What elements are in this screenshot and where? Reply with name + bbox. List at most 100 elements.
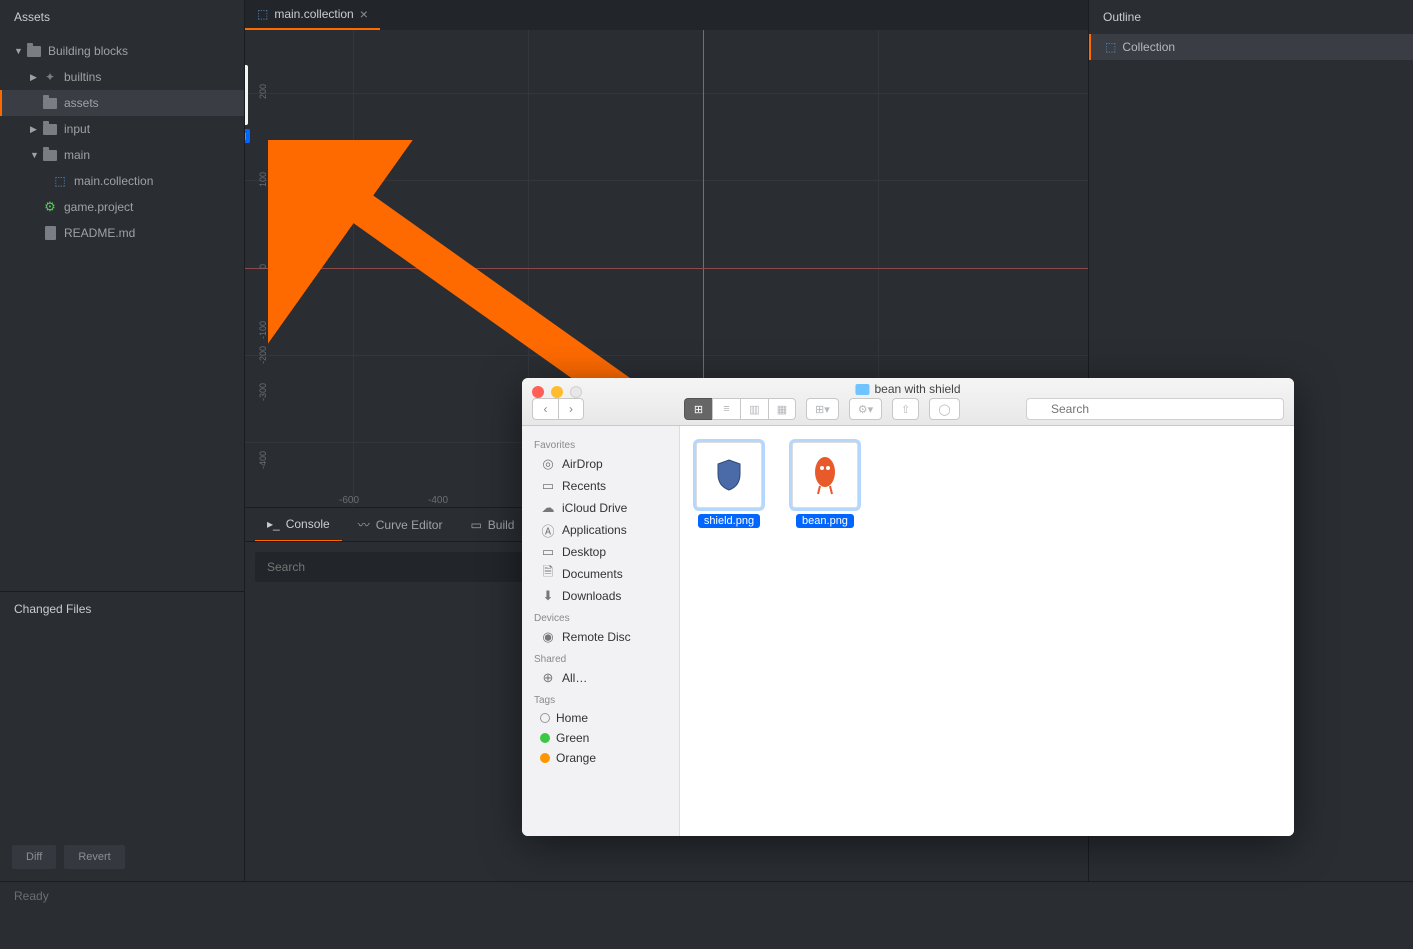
changed-files-panel: Changed Files Diff Revert bbox=[0, 591, 245, 881]
view-list-button[interactable]: ≡ bbox=[712, 398, 740, 420]
assets-panel-title: Assets bbox=[0, 0, 244, 34]
ruler-tick: -400 bbox=[428, 495, 448, 506]
sidebar-recents-label: Recents bbox=[562, 479, 606, 493]
close-window-button[interactable] bbox=[532, 386, 544, 398]
sidebar-item-desktop[interactable]: ▭ Desktop bbox=[522, 541, 679, 563]
view-column-button[interactable]: ▥ bbox=[740, 398, 768, 420]
ruler-tick: -300 bbox=[258, 383, 268, 401]
x-axis bbox=[245, 268, 1088, 269]
tag-dot-icon bbox=[540, 713, 550, 723]
share-button[interactable]: ⇧ bbox=[892, 398, 919, 420]
collection-icon: ⬚ bbox=[52, 173, 68, 189]
finder-window[interactable]: bean with shield ‹ › ⊞ ≡ ▥ ▦ ⊞▾ ⚙▾ ⇧ ◯ F… bbox=[522, 378, 1294, 836]
tree-builtins-label: builtins bbox=[64, 70, 101, 84]
back-button[interactable]: ‹ bbox=[532, 398, 558, 420]
sidebar-group-tags: Tags bbox=[522, 689, 679, 708]
finder-titlebar[interactable]: bean with shield ‹ › ⊞ ≡ ▥ ▦ ⊞▾ ⚙▾ ⇧ ◯ bbox=[522, 378, 1294, 426]
sidebar-remote-disc-label: Remote Disc bbox=[562, 630, 631, 644]
assets-panel: Assets ▼Building blocks ▶✦builtins asset… bbox=[0, 0, 245, 591]
collection-icon: ⬚ bbox=[1105, 40, 1116, 54]
drag-thumb-bean: bean.png bbox=[245, 65, 250, 143]
sidebar-item-airdrop[interactable]: ◎ AirDrop bbox=[522, 453, 679, 475]
curve-icon: 〰 bbox=[358, 516, 370, 533]
finder-file-bean[interactable]: bean.png bbox=[792, 442, 858, 528]
gear-icon: ⚙ bbox=[42, 199, 58, 215]
status-bar: Ready bbox=[0, 881, 1413, 909]
ruler-tick: -100 bbox=[258, 321, 268, 339]
finder-content[interactable]: shield.png bean.png bbox=[680, 426, 1294, 836]
downloads-icon: ⬇ bbox=[540, 588, 556, 604]
ruler-tick: -200 bbox=[258, 346, 268, 364]
disc-icon: ◉ bbox=[540, 629, 556, 645]
sidebar-item-icloud[interactable]: ☁iCloud Drive bbox=[522, 497, 679, 519]
collection-icon: ⬚ bbox=[257, 7, 268, 21]
tab-curve-label: Curve Editor bbox=[376, 518, 443, 532]
sidebar-tag-orange[interactable]: Orange bbox=[522, 748, 679, 768]
sidebar-group-shared: Shared bbox=[522, 648, 679, 667]
sidebar-documents-label: Documents bbox=[562, 567, 623, 581]
folder-icon bbox=[855, 384, 869, 395]
forward-button[interactable]: › bbox=[558, 398, 584, 420]
arrange-button[interactable]: ⊞▾ bbox=[806, 398, 839, 420]
finder-title: bean with shield bbox=[855, 382, 960, 396]
tree-readme[interactable]: README.md bbox=[0, 220, 244, 246]
puzzle-icon: ✦ bbox=[42, 69, 58, 85]
tab-curve-editor[interactable]: 〰 Curve Editor bbox=[346, 508, 455, 542]
sidebar-item-downloads[interactable]: ⬇Downloads bbox=[522, 585, 679, 607]
tree-input[interactable]: ▶input bbox=[0, 116, 244, 142]
tree-input-label: input bbox=[64, 122, 90, 136]
finder-file-shield[interactable]: shield.png bbox=[696, 442, 762, 528]
tree-game-project[interactable]: ⚙ game.project bbox=[0, 194, 244, 220]
view-icon-button[interactable]: ⊞ bbox=[684, 398, 712, 420]
tag-dot-icon bbox=[540, 753, 550, 763]
shield-icon bbox=[715, 458, 743, 492]
tree-builtins[interactable]: ▶✦builtins bbox=[0, 64, 244, 90]
ruler-tick: 100 bbox=[258, 172, 268, 187]
outline-root[interactable]: ⬚ Collection bbox=[1089, 34, 1413, 60]
sidebar-orange-label: Orange bbox=[556, 751, 596, 765]
action-button[interactable]: ⚙▾ bbox=[849, 398, 882, 420]
tree-main-label: main bbox=[64, 148, 90, 162]
editor-tab-main-collection[interactable]: ⬚ main.collection × bbox=[245, 0, 380, 30]
sidebar-desktop-label: Desktop bbox=[562, 545, 606, 559]
tree-main[interactable]: ▼main bbox=[0, 142, 244, 168]
revert-button[interactable]: Revert bbox=[64, 845, 124, 869]
sidebar-item-remote-disc[interactable]: ◉ Remote Disc bbox=[522, 626, 679, 648]
airdrop-icon: ◎ bbox=[540, 456, 556, 472]
outline-root-label: Collection bbox=[1122, 40, 1175, 54]
desktop-icon: ▭ bbox=[540, 544, 556, 560]
tags-button[interactable]: ◯ bbox=[929, 398, 959, 420]
tree-game-project-label: game.project bbox=[64, 200, 133, 214]
sidebar-item-documents[interactable]: 🗎 Documents bbox=[522, 563, 679, 585]
tree-root-label: Building blocks bbox=[48, 44, 128, 58]
sidebar-applications-label: Applications bbox=[562, 523, 627, 537]
close-icon[interactable]: × bbox=[360, 6, 368, 22]
sidebar-airdrop-label: AirDrop bbox=[562, 457, 603, 471]
tab-build[interactable]: ▭ Build bbox=[458, 508, 526, 542]
sidebar-item-applications[interactable]: ⒶApplications bbox=[522, 519, 679, 541]
finder-title-text: bean with shield bbox=[874, 382, 960, 396]
view-gallery-button[interactable]: ▦ bbox=[768, 398, 796, 420]
build-icon: ▭ bbox=[470, 518, 481, 532]
sidebar-group-favorites: Favorites bbox=[522, 434, 679, 453]
tree-assets[interactable]: assets bbox=[0, 90, 244, 116]
tree-root[interactable]: ▼Building blocks bbox=[0, 38, 244, 64]
finder-file-shield-label: shield.png bbox=[698, 514, 760, 528]
tab-console[interactable]: ▸_Console bbox=[255, 508, 342, 542]
tree-main-collection-label: main.collection bbox=[74, 174, 153, 188]
editor-tab-label: main.collection bbox=[274, 7, 353, 21]
sidebar-tag-home[interactable]: Home bbox=[522, 708, 679, 728]
documents-icon: 🗎 bbox=[540, 566, 556, 582]
ruler-tick: 0 bbox=[258, 264, 268, 269]
sidebar-tag-green[interactable]: Green bbox=[522, 728, 679, 748]
minimize-window-button[interactable] bbox=[551, 386, 563, 398]
sidebar-home-label: Home bbox=[556, 711, 588, 725]
tab-build-label: Build bbox=[488, 518, 515, 532]
sidebar-item-recents[interactable]: ▭Recents bbox=[522, 475, 679, 497]
tree-main-collection[interactable]: ⬚ main.collection bbox=[0, 168, 244, 194]
finder-search-input[interactable] bbox=[1026, 398, 1284, 420]
diff-button[interactable]: Diff bbox=[12, 845, 56, 869]
vertical-ruler: 200 100 0 -100 -200 -300 -400 bbox=[258, 30, 272, 507]
zoom-window-button[interactable] bbox=[570, 386, 582, 398]
sidebar-item-all[interactable]: ⊕All… bbox=[522, 667, 679, 689]
